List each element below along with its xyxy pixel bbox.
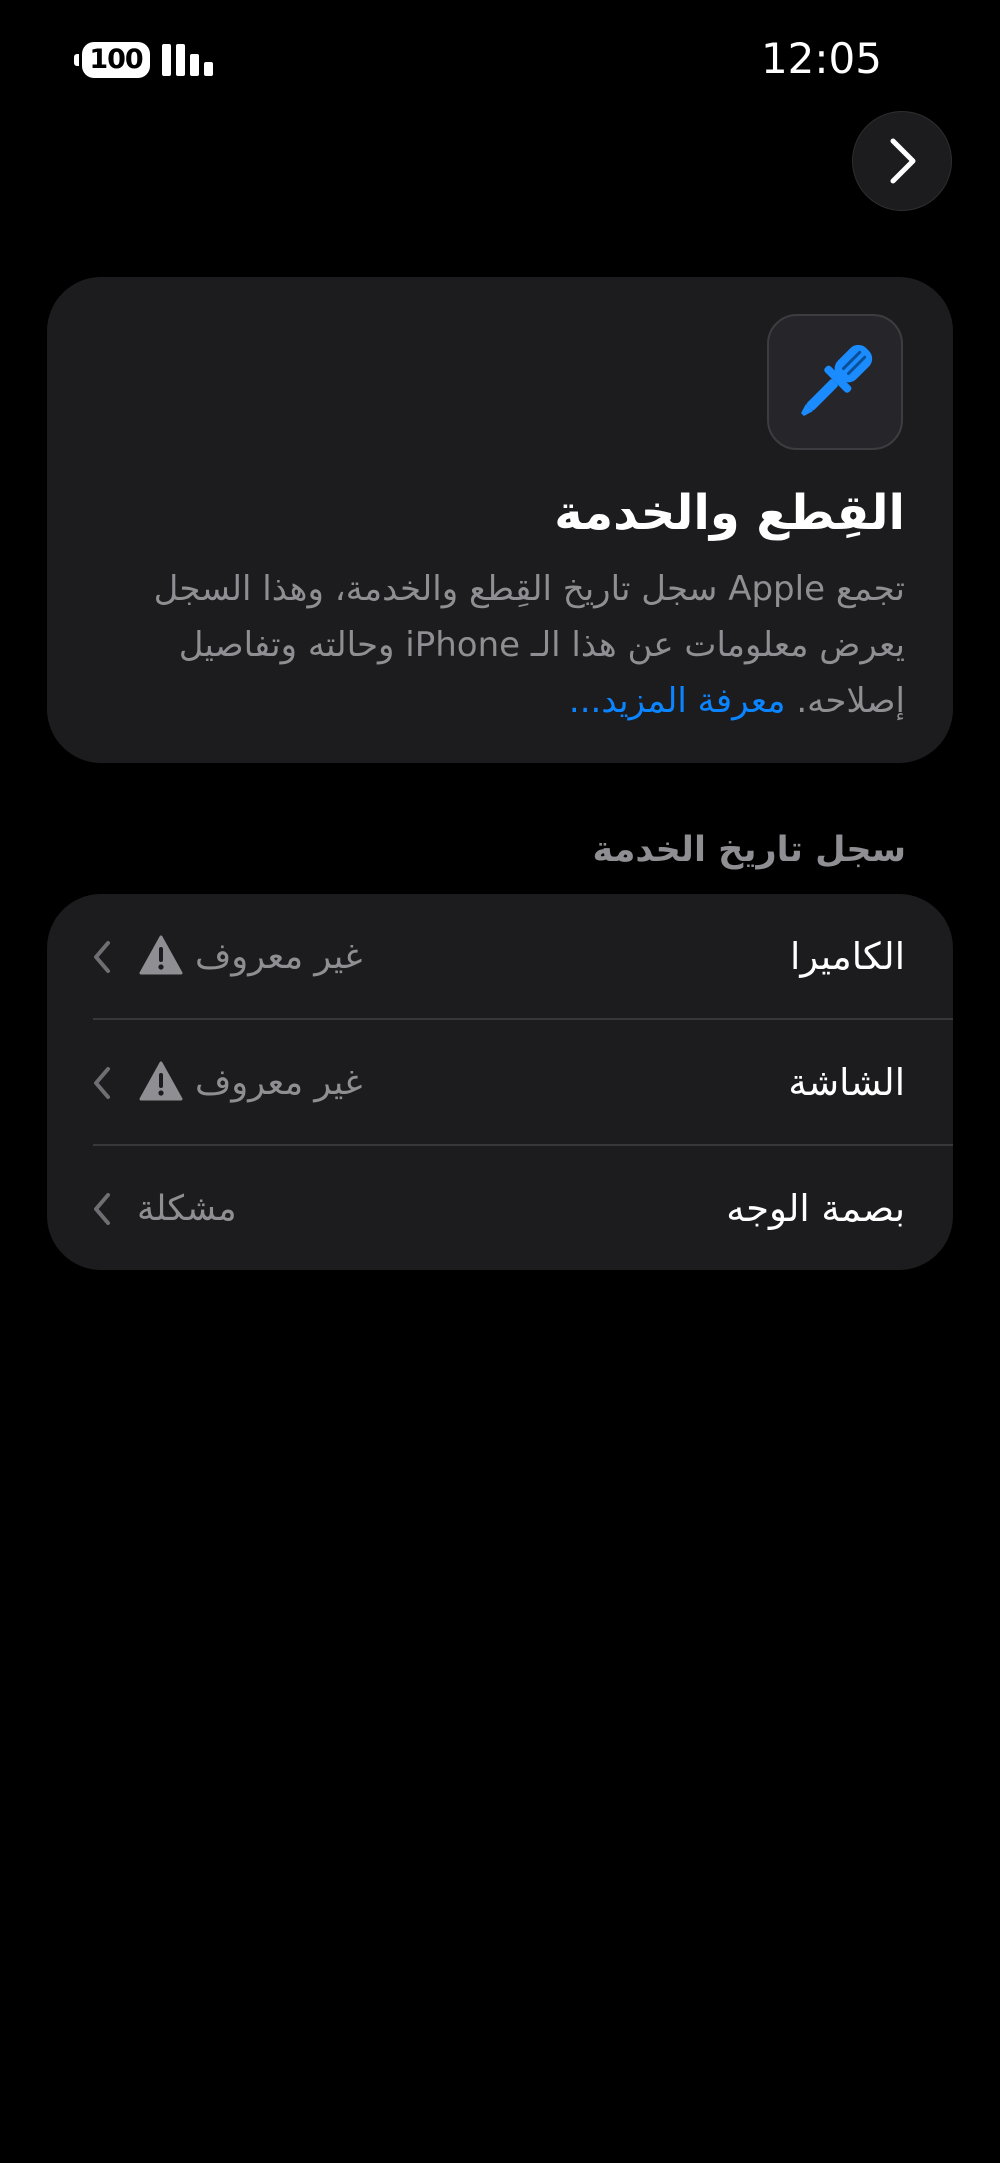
- status-time: 12:05: [760, 34, 882, 83]
- warning-icon: [139, 1061, 183, 1101]
- warning-icon: [139, 935, 183, 975]
- service-history-list: الكاميرا غير معروف الشاشة غير معروف بصمة…: [47, 894, 953, 1270]
- section-header-service-history: سجل تاريخ الخدمة: [592, 830, 906, 870]
- row-value: مشكلة: [137, 1189, 237, 1229]
- row-label: الكاميرا: [790, 935, 905, 978]
- chevron-left-icon: [94, 1067, 110, 1099]
- signal-icon: [162, 44, 214, 76]
- status-bar: 100 12:05: [0, 0, 1000, 120]
- screwdriver-icon: [767, 314, 903, 450]
- page-description: تجمع Apple سجل تاريخ القِطع والخدمة، وهذ…: [85, 561, 905, 729]
- list-item-display[interactable]: الشاشة غير معروف: [47, 1020, 953, 1146]
- page-title: القِطع والخدمة: [554, 485, 905, 541]
- chevron-left-icon: [94, 941, 110, 973]
- row-label: بصمة الوجه: [726, 1187, 905, 1230]
- learn-more-link[interactable]: معرفة المزيد...: [569, 681, 786, 721]
- row-value: غير معروف: [195, 937, 363, 977]
- description-text: تجمع Apple سجل تاريخ القِطع والخدمة، وهذ…: [153, 569, 905, 721]
- list-item-camera[interactable]: الكاميرا غير معروف: [47, 894, 953, 1020]
- battery-level: 100: [82, 42, 150, 78]
- battery-icon: 100: [74, 42, 150, 78]
- parts-service-info-card: القِطع والخدمة تجمع Apple سجل تاريخ القِ…: [47, 277, 953, 763]
- list-item-face-id[interactable]: بصمة الوجه مشكلة: [47, 1146, 953, 1270]
- row-label: الشاشة: [788, 1061, 905, 1104]
- chevron-left-icon: [94, 1193, 110, 1225]
- forward-button[interactable]: [852, 111, 952, 211]
- row-value: غير معروف: [195, 1063, 363, 1103]
- chevron-right-icon: [890, 138, 916, 184]
